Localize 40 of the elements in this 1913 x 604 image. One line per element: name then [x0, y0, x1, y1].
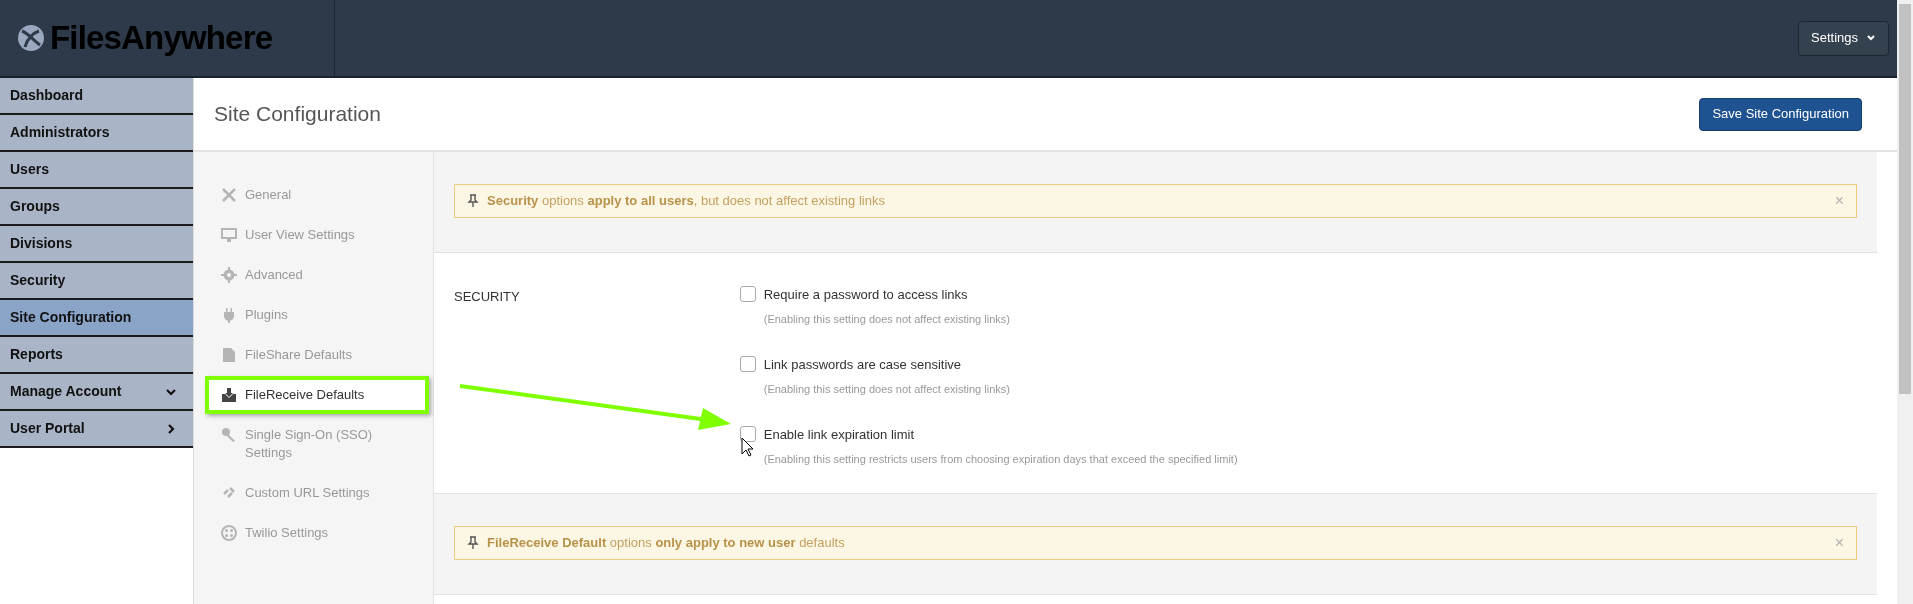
alert-text: FileReceive Default options only apply to new user defaults: [487, 534, 846, 553]
page-title: Site Configuration: [214, 101, 381, 128]
sidebar-item[interactable]: Users: [0, 152, 193, 189]
scrollbar[interactable]: [1897, 0, 1913, 604]
pin-icon: [467, 536, 479, 550]
settings-menu-button[interactable]: Settings: [1798, 20, 1889, 56]
option-label: Enable link expiration limit: [763, 426, 916, 444]
sidebar-item[interactable]: Groups: [0, 189, 193, 226]
section-label: SECURITY: [454, 288, 520, 306]
scrollbar-thumb[interactable]: [1899, 4, 1911, 394]
sidebar-item[interactable]: Site Configuration: [0, 300, 193, 337]
tools-icon: [221, 187, 237, 203]
option-label: Require a password to access links: [763, 286, 969, 304]
chevron-down-icon: [1866, 33, 1876, 43]
monitor-icon: [221, 227, 237, 243]
checkbox[interactable]: [739, 356, 756, 372]
alert-text: Security options apply to all users, but does not affect existing links: [487, 192, 886, 211]
option-hint: (Enabling this setting does not affect existing links): [763, 381, 1010, 397]
twilio-icon: [221, 525, 237, 541]
logo-text: FilesAnywhere: [50, 18, 273, 59]
option-hint: (Enabling this setting restricts users from choosing expiration days that exceed the specified limit): [763, 451, 1238, 467]
sidebar-item[interactable]: Divisions: [0, 226, 193, 263]
save-button[interactable]: Save Site Configuration: [1699, 97, 1862, 131]
checkbox[interactable]: [739, 286, 756, 302]
chevron-right-icon: [165, 422, 177, 435]
sidebar-item[interactable]: Reports: [0, 337, 193, 374]
settings-menu-item[interactable]: FileReceive Defaults: [205, 376, 429, 414]
globe-logo-icon: [16, 23, 46, 53]
plug-icon: [221, 307, 237, 323]
option-label: Link passwords are case sensitive: [763, 356, 962, 374]
sidebar-item[interactable]: User Portal: [0, 411, 193, 448]
download-icon: [221, 387, 237, 403]
pin-icon: [467, 194, 479, 208]
sidebar-item[interactable]: Security: [0, 263, 193, 300]
sidebar-item[interactable]: Manage Account: [0, 374, 193, 411]
sidebar-item[interactable]: Administrators: [0, 115, 193, 152]
option-hint: (Enabling this setting does not affect existing links): [763, 311, 1010, 327]
key-icon: [221, 427, 237, 443]
sidebar-item[interactable]: Dashboard: [0, 78, 193, 115]
mouse-cursor-icon: [741, 437, 755, 457]
